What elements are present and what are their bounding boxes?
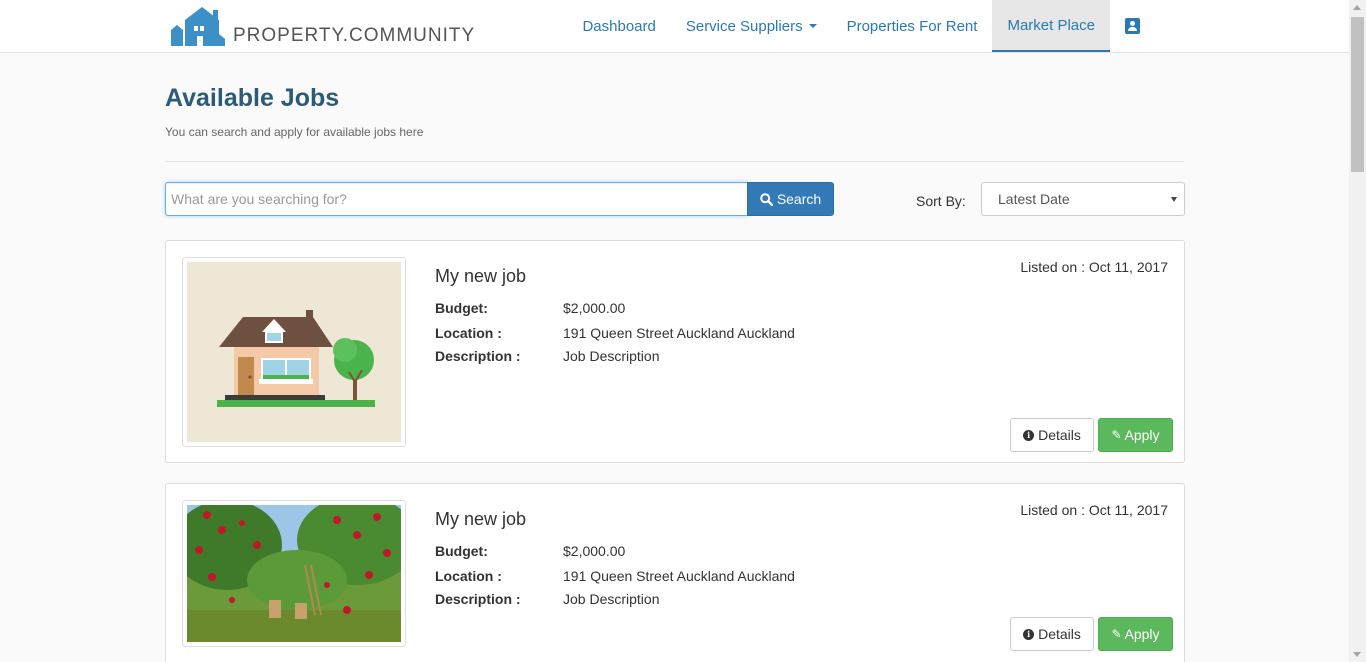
main-nav: Dashboard Service Suppliers Properties F… bbox=[567, 0, 1155, 52]
listed-label: Listed on : bbox=[1020, 502, 1089, 518]
apply-button-label: Apply bbox=[1124, 626, 1160, 642]
scroll-up-arrow-icon[interactable] bbox=[1353, 5, 1361, 10]
sort-label: Sort By: bbox=[916, 193, 966, 209]
nav-dashboard[interactable]: Dashboard bbox=[567, 0, 670, 52]
page-scrollbar[interactable] bbox=[1349, 0, 1366, 662]
sort-select[interactable]: Latest Date bbox=[981, 182, 1185, 216]
listed-label: Listed on : bbox=[1020, 259, 1089, 275]
nav-market-place[interactable]: Market Place bbox=[992, 0, 1110, 52]
job-card: My new job Listed on : Oct 11, 2017 Budg… bbox=[165, 240, 1185, 463]
brand-name: PROPERTY.COMMUNITY bbox=[233, 25, 476, 46]
nav-profile[interactable] bbox=[1110, 0, 1155, 52]
nav-service-suppliers-label: Service Suppliers bbox=[685, 17, 803, 35]
house-illustration bbox=[187, 262, 401, 442]
house-logo-icon bbox=[171, 7, 225, 46]
apple-orchard-photo bbox=[187, 505, 401, 642]
page-subtitle: You can search and apply for available j… bbox=[165, 125, 424, 139]
top-navbar: PROPERTY.COMMUNITY Dashboard Service Sup… bbox=[0, 0, 1349, 53]
pencil-icon: ✎ bbox=[1111, 428, 1122, 442]
location-label: Location : bbox=[435, 568, 502, 584]
listed-date: Listed on : Oct 11, 2017 bbox=[1020, 259, 1168, 275]
location-label: Location : bbox=[435, 325, 502, 341]
apply-button[interactable]: ✎ Apply bbox=[1098, 418, 1173, 452]
listed-date-value: Oct 11, 2017 bbox=[1088, 502, 1168, 518]
info-circle-icon: i bbox=[1023, 628, 1035, 640]
description-value: Job Description bbox=[563, 348, 660, 364]
location-value: 191 Queen Street Auckland Auckland bbox=[563, 325, 795, 341]
pencil-icon: ✎ bbox=[1111, 627, 1122, 641]
budget-value: $2,000.00 bbox=[563, 543, 626, 559]
description-label: Description : bbox=[435, 591, 521, 607]
scroll-down-arrow-icon[interactable] bbox=[1353, 652, 1361, 657]
job-title[interactable]: My new job bbox=[435, 266, 526, 287]
job-thumbnail[interactable] bbox=[182, 500, 406, 647]
listed-date: Listed on : Oct 11, 2017 bbox=[1020, 502, 1168, 518]
caret-down-icon bbox=[808, 24, 817, 28]
dropdown-arrow-icon bbox=[1171, 197, 1177, 202]
brand-logo[interactable]: PROPERTY.COMMUNITY bbox=[169, 4, 475, 46]
location-value: 191 Queen Street Auckland Auckland bbox=[563, 568, 795, 584]
budget-label: Budget: bbox=[435, 543, 488, 559]
budget-value: $2,000.00 bbox=[563, 300, 626, 316]
search-input[interactable] bbox=[165, 182, 748, 216]
search-icon bbox=[760, 192, 773, 206]
nav-properties-for-rent[interactable]: Properties For Rent bbox=[832, 0, 993, 52]
details-button-label: Details bbox=[1038, 427, 1081, 443]
page-title: Available Jobs bbox=[165, 84, 340, 112]
header-divider bbox=[165, 161, 1184, 162]
description-value: Job Description bbox=[563, 591, 660, 607]
nav-service-suppliers[interactable]: Service Suppliers bbox=[671, 0, 832, 52]
job-title[interactable]: My new job bbox=[435, 509, 526, 530]
details-button-label: Details bbox=[1038, 626, 1081, 642]
apply-button[interactable]: ✎ Apply bbox=[1098, 617, 1173, 651]
scroll-thumb[interactable] bbox=[1351, 17, 1364, 172]
listed-date-value: Oct 11, 2017 bbox=[1088, 259, 1168, 275]
search-button[interactable]: Search bbox=[747, 182, 834, 216]
job-card: My new job Listed on : Oct 11, 2017 Budg… bbox=[165, 483, 1185, 662]
search-button-label: Search bbox=[776, 191, 822, 207]
job-thumbnail[interactable] bbox=[182, 257, 406, 447]
details-button[interactable]: i Details bbox=[1010, 418, 1094, 452]
budget-label: Budget: bbox=[435, 300, 488, 316]
apply-button-label: Apply bbox=[1124, 427, 1160, 443]
description-label: Description : bbox=[435, 348, 521, 364]
details-button[interactable]: i Details bbox=[1010, 617, 1094, 651]
info-circle-icon: i bbox=[1023, 429, 1035, 441]
contact-card-icon bbox=[1125, 18, 1140, 34]
sort-selected-value: Latest Date bbox=[998, 191, 1070, 207]
